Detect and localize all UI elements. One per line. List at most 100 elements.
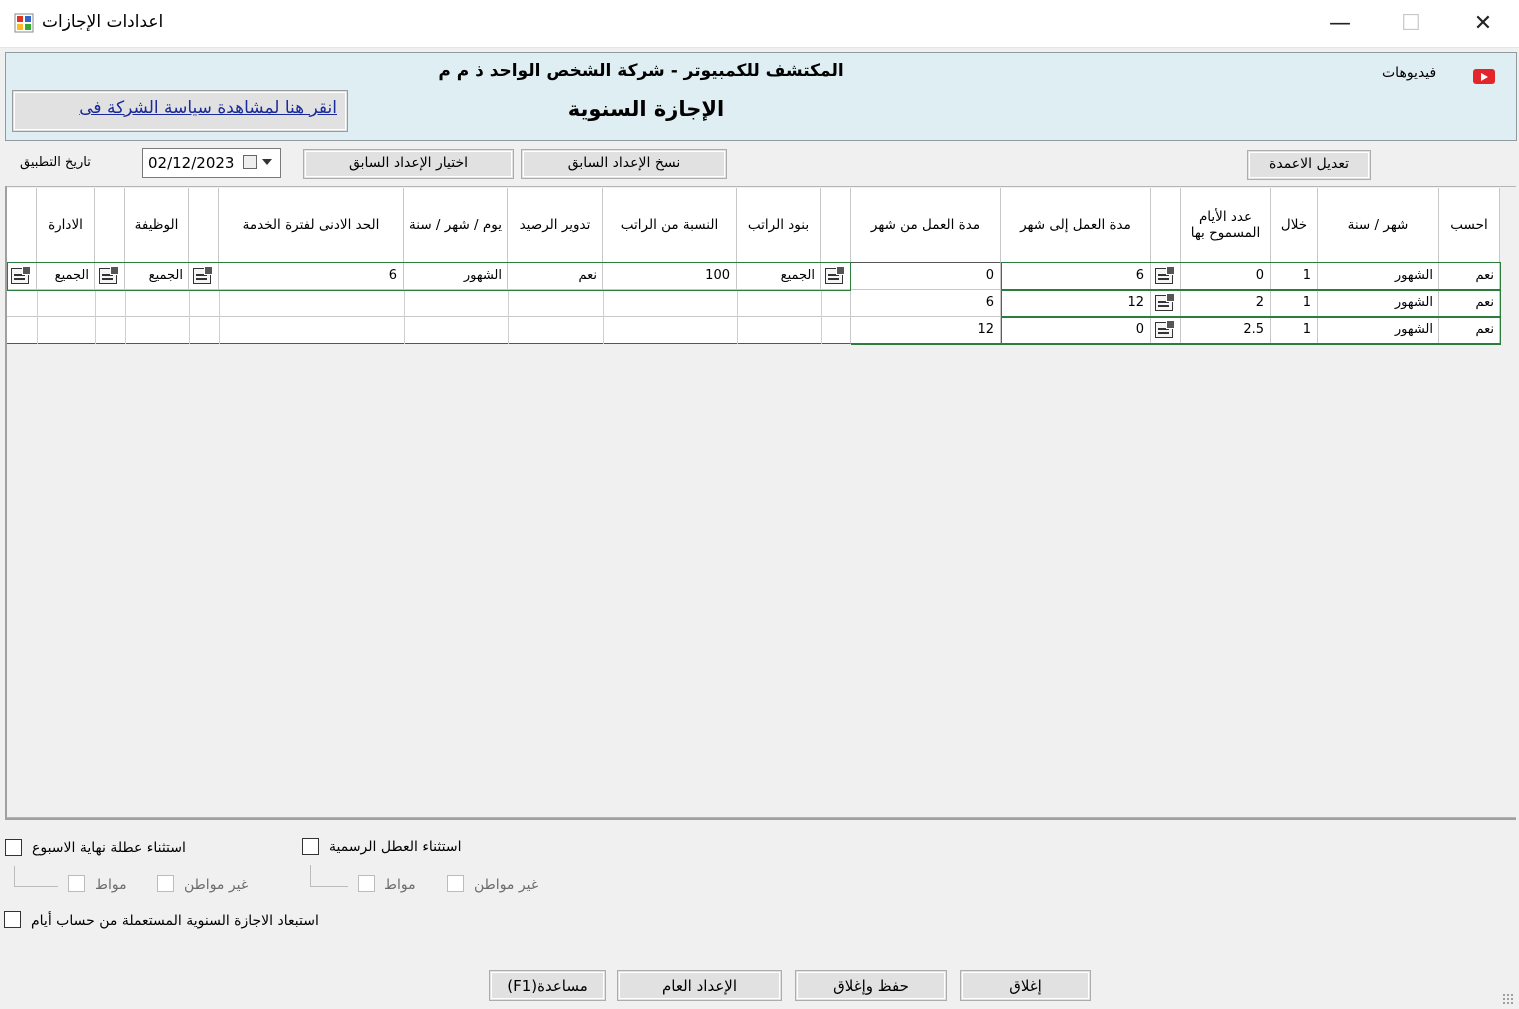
within-cell[interactable]: 1 xyxy=(1271,317,1318,344)
month-year-cell[interactable]: الشهور xyxy=(1318,290,1439,317)
page-title: الإجازة السنوية xyxy=(567,97,725,121)
picker-icon[interactable] xyxy=(1155,320,1177,340)
table-cell[interactable] xyxy=(7,263,37,290)
column-header-select xyxy=(1151,188,1181,263)
videos-link[interactable]: فيديوهات xyxy=(1382,65,1436,81)
app-icon xyxy=(14,13,34,33)
calculate-cell[interactable]: نعم xyxy=(1439,290,1500,317)
allowed-days-cell[interactable]: 0 xyxy=(1181,263,1271,290)
month-year-cell[interactable]: الشهور xyxy=(1318,263,1439,290)
holidays-non-citizen-checkbox[interactable] xyxy=(447,875,464,892)
exclude-holidays-checkbox[interactable] xyxy=(302,838,319,855)
weekend-citizen-checkbox[interactable] xyxy=(68,875,85,892)
group-line xyxy=(310,865,311,886)
youtube-icon[interactable] xyxy=(1473,69,1495,84)
table-cell[interactable] xyxy=(189,263,219,290)
column-header-select xyxy=(95,188,125,263)
column-header-within[interactable]: خلال xyxy=(1271,188,1318,263)
column-header-salary-items[interactable]: بنود الراتب xyxy=(737,188,821,263)
picker-icon[interactable] xyxy=(1155,293,1177,313)
help-button[interactable]: (F1)مساعدة xyxy=(489,970,606,1001)
group-line xyxy=(14,886,58,887)
month-year-cell[interactable]: الشهور xyxy=(1318,317,1439,344)
picker-icon[interactable] xyxy=(99,266,121,286)
allowed-days-cell[interactable]: 2 xyxy=(1181,290,1271,317)
weekend-non-citizen-label: غير مواطن xyxy=(184,877,249,893)
group-line xyxy=(14,866,15,886)
window-title: اعدادات الإجازات xyxy=(42,12,164,32)
carry-over-cell[interactable]: نعم xyxy=(508,263,603,290)
group-line xyxy=(310,886,348,887)
company-policy-link[interactable]: انقر هنا لمشاهدة سياسة الشركة فى xyxy=(12,90,348,132)
column-header-carry-over[interactable]: تدوير الرصيد xyxy=(508,188,603,263)
exclude-weekend-label: استثناء عطلة نهاية الاسبوع xyxy=(32,840,186,856)
grid-bottom-frame xyxy=(851,343,1501,345)
from-month-cell[interactable]: 0 xyxy=(851,263,1001,290)
grid-lines xyxy=(37,290,822,344)
to-month-cell[interactable]: 12 xyxy=(1001,290,1151,317)
column-header-select xyxy=(7,188,37,263)
salary-percent-cell[interactable]: 100 xyxy=(603,263,737,290)
within-cell[interactable]: 1 xyxy=(1271,290,1318,317)
picker-icon[interactable] xyxy=(193,266,215,286)
calendar-icon[interactable] xyxy=(243,155,257,169)
column-header-min-service[interactable]: الحد الادنى لفترة الخدمة xyxy=(219,188,404,263)
job-cell[interactable]: الجميع xyxy=(125,263,189,290)
table-cell[interactable] xyxy=(1151,290,1181,317)
holidays-non-citizen-label: غير مواطن xyxy=(474,877,539,893)
within-cell[interactable]: 1 xyxy=(1271,263,1318,290)
save-and-close-button[interactable]: حفظ وإغلاق xyxy=(795,970,947,1001)
chevron-down-icon[interactable] xyxy=(262,159,272,165)
close-window-button[interactable]: ✕ xyxy=(1448,0,1518,46)
column-header-period-unit[interactable]: يوم / شهر / سنة xyxy=(404,188,508,263)
min-service-cell[interactable]: 6 xyxy=(219,263,404,290)
copy-previous-settings-button[interactable]: نسخ الإعداد السابق xyxy=(521,149,727,179)
salary-items-cell[interactable]: الجميع xyxy=(737,263,821,290)
maximize-button[interactable]: ☐ xyxy=(1376,0,1446,46)
exclude-holidays-label: استثناء العطل الرسمية xyxy=(329,839,462,855)
weekend-non-citizen-checkbox[interactable] xyxy=(157,875,174,892)
column-header-calculate[interactable]: احسب xyxy=(1439,188,1500,263)
from-month-cell[interactable]: 12 xyxy=(851,317,1001,344)
calculate-cell[interactable]: نعم xyxy=(1439,263,1500,290)
picker-icon[interactable] xyxy=(825,266,847,286)
column-header-to-month[interactable]: مدة العمل إلى شهر xyxy=(1001,188,1151,263)
application-date-picker[interactable]: 02/12/2023 xyxy=(142,148,281,178)
application-date-label: تاريخ التطبيق xyxy=(20,155,91,170)
column-header-select xyxy=(821,188,851,263)
minimize-button[interactable]: — xyxy=(1305,0,1375,46)
picker-icon[interactable] xyxy=(11,266,33,286)
calculate-cell[interactable]: نعم xyxy=(1439,317,1500,344)
column-header-job[interactable]: الوظيفة xyxy=(125,188,189,263)
holidays-citizen-label: مواط xyxy=(384,877,416,893)
grid-border xyxy=(5,818,1516,820)
edit-columns-button[interactable]: تعديل الاعمدة xyxy=(1247,150,1371,180)
table-cell[interactable] xyxy=(821,263,851,290)
column-header-allowed-days[interactable]: عدد الأيام المسموح بها xyxy=(1181,188,1271,263)
exclude-annual-used-checkbox[interactable] xyxy=(4,911,21,928)
weekend-citizen-label: مواط xyxy=(95,877,127,893)
exclude-weekend-checkbox[interactable] xyxy=(5,839,22,856)
table-cell[interactable] xyxy=(95,263,125,290)
column-header-select xyxy=(189,188,219,263)
period-unit-cell[interactable]: الشهور xyxy=(404,263,508,290)
column-header-department[interactable]: الادارة xyxy=(37,188,95,263)
holidays-citizen-checkbox[interactable] xyxy=(358,875,375,892)
resize-grip-icon[interactable] xyxy=(1502,993,1514,1005)
table-cell[interactable] xyxy=(1151,263,1181,290)
allowed-days-cell[interactable]: 2.5 xyxy=(1181,317,1271,344)
department-cell[interactable]: الجميع xyxy=(37,263,95,290)
to-month-cell[interactable]: 6 xyxy=(1001,263,1151,290)
general-settings-button[interactable]: الإعداد العام xyxy=(617,970,782,1001)
company-name: المكتشف للكمبيوتر - شركة الشخص الواحد ذ … xyxy=(438,61,844,81)
header-panel: المكتشف للكمبيوتر - شركة الشخص الواحد ذ … xyxy=(5,52,1517,141)
close-button[interactable]: إغلاق xyxy=(960,970,1091,1001)
picker-icon[interactable] xyxy=(1155,266,1177,286)
column-header-month-year[interactable]: شهر / سنة xyxy=(1318,188,1439,263)
to-month-cell[interactable]: 0 xyxy=(1001,317,1151,344)
table-cell[interactable] xyxy=(1151,317,1181,344)
column-header-salary-percent[interactable]: النسبة من الراتب xyxy=(603,188,737,263)
from-month-cell[interactable]: 6 xyxy=(851,290,1001,317)
column-header-from-month[interactable]: مدة العمل من شهر xyxy=(851,188,1001,263)
select-previous-settings-button[interactable]: اختيار الإعداد السابق xyxy=(303,149,514,179)
